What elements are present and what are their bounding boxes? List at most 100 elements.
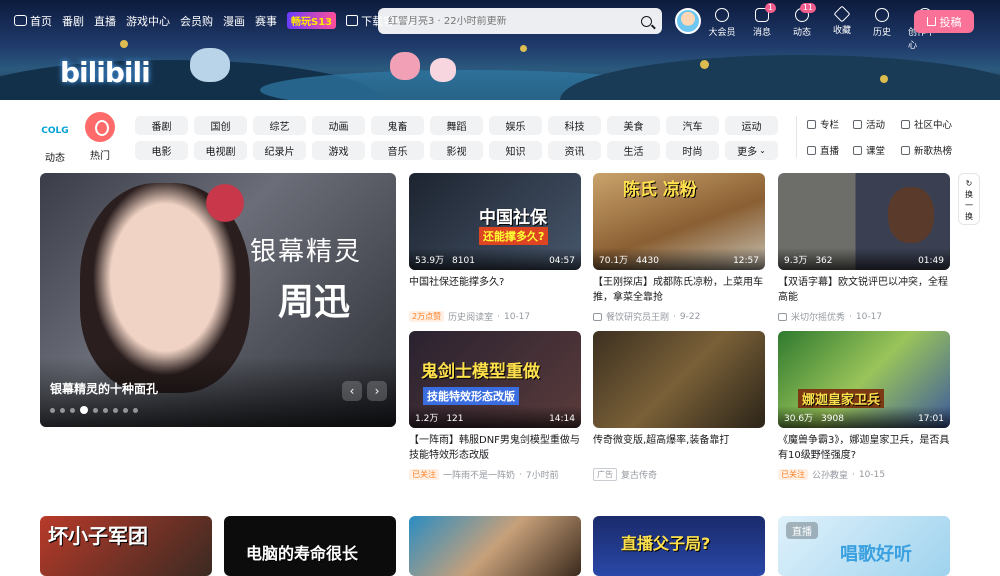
video-thumbnail[interactable]: 娜迦皇家卫兵 30.6万 3908 17:01: [778, 331, 950, 428]
refresh-button[interactable]: ↻ 换一换: [958, 173, 980, 225]
side-link-community[interactable]: 社区中心: [901, 116, 963, 132]
nav-favorites[interactable]: 收藏: [828, 5, 856, 51]
channel-chip[interactable]: 游戏: [312, 141, 365, 160]
ad-card[interactable]: 传奇微变版,超高爆率,装备靠打 广告 复古传奇: [593, 331, 765, 481]
live-card[interactable]: 直播 唱歌好听: [778, 516, 950, 576]
channel-chip[interactable]: 知识: [489, 141, 542, 160]
video-stats: 1.2万 121 14:14: [409, 406, 581, 428]
channel-side-links: 专栏 活动 社区中心 直播 课堂 新歌热榜: [796, 116, 963, 158]
carousel-flower: [190, 173, 260, 233]
channel-hot[interactable]: 热门: [84, 112, 116, 162]
video-card[interactable]: 陈氏 凉粉 70.1万 4430 12:57 【王刚探店】成都陈氏凉粉，上菜用车…: [593, 173, 765, 323]
video-author[interactable]: 一阵雨不是一阵奶: [443, 468, 515, 481]
channel-chip[interactable]: 运动: [725, 116, 778, 135]
channel-chip[interactable]: 娱乐: [489, 116, 542, 135]
carousel-prev-button[interactable]: ‹: [342, 381, 362, 401]
video-card[interactable]: 电脑的寿命很长: [224, 516, 396, 576]
video-thumbnail[interactable]: 中国社保 还能撑多久? 53.9万 8101 04:57: [409, 173, 581, 270]
carousel-dot[interactable]: [93, 407, 98, 413]
channel-chip[interactable]: 纪录片: [253, 141, 306, 160]
carousel-dot[interactable]: [70, 407, 75, 413]
nav-dynamic[interactable]: 11 动态: [788, 3, 816, 51]
channel-chip[interactable]: 电视剧: [194, 141, 247, 160]
avatar[interactable]: [675, 8, 701, 34]
channel-chip[interactable]: 国创: [194, 116, 247, 135]
banner-light: [520, 45, 527, 52]
video-title[interactable]: 中国社保还能撑多久?: [409, 275, 581, 305]
video-card[interactable]: 直播父子局?: [593, 516, 765, 576]
video-card[interactable]: 娜迦皇家卫兵 30.6万 3908 17:01 《魔兽争霸3》，娜迦皇家卫兵，是…: [778, 331, 950, 481]
ad-title[interactable]: 传奇微变版,超高爆率,装备靠打: [593, 433, 765, 463]
video-author[interactable]: 历史阅读室: [448, 310, 493, 323]
carousel-dot-active[interactable]: [80, 406, 88, 414]
video-card[interactable]: [409, 516, 581, 576]
channel-chip[interactable]: 番剧: [135, 116, 188, 135]
ad-thumbnail[interactable]: [593, 331, 765, 428]
danmaku-count: 121: [446, 414, 464, 424]
channel-dynamic[interactable]: COLG 动态: [40, 118, 70, 164]
ad-advertiser[interactable]: 复古传奇: [621, 468, 657, 481]
video-title[interactable]: 【一阵雨】韩服DNF男鬼剑模型重做与技能特效形态改版: [409, 433, 581, 463]
side-link-activity[interactable]: 活动: [853, 116, 901, 132]
video-card[interactable]: 坏小子军团: [40, 516, 212, 576]
carousel-next-button[interactable]: ›: [367, 381, 387, 401]
video-thumbnail[interactable]: 鬼剑士模型重做 技能特效形态改版 1.2万 121 14:14: [409, 331, 581, 428]
carousel-caption[interactable]: 银幕精灵的十种面孔: [50, 380, 158, 397]
nav-game-center[interactable]: 游戏中心: [126, 13, 170, 29]
video-title[interactable]: 【双语字幕】欧文锐评巴以冲突，全程高能: [778, 275, 950, 305]
channel-chip[interactable]: 音乐: [371, 141, 424, 160]
upload-button[interactable]: 投稿: [914, 10, 974, 33]
channel-chip[interactable]: 综艺: [253, 116, 306, 135]
video-card[interactable]: 中国社保 还能撑多久? 53.9万 8101 04:57 中国社保还能撑多久? …: [409, 173, 581, 323]
video-author[interactable]: 米切尔摇优秀: [791, 310, 845, 323]
side-link-music-chart[interactable]: 新歌热榜: [901, 142, 963, 158]
carousel-dot[interactable]: [60, 407, 65, 413]
video-card[interactable]: 鬼剑士模型重做 技能特效形态改版 1.2万 121 14:14 【一阵雨】韩服D…: [409, 331, 581, 481]
side-link-live[interactable]: 直播: [807, 142, 853, 158]
channel-chip[interactable]: 电影: [135, 141, 188, 160]
nav-ad-badge[interactable]: 畅玩S13: [287, 12, 337, 29]
video-thumbnail[interactable]: 9.3万 362 01:49: [778, 173, 950, 270]
video-author[interactable]: 公孙教皇: [812, 468, 848, 481]
video-card[interactable]: 9.3万 362 01:49 【双语字幕】欧文锐评巴以冲突，全程高能 米切尔摇优…: [778, 173, 950, 323]
channel-chip[interactable]: 汽车: [666, 116, 719, 135]
channel-chip[interactable]: 生活: [607, 141, 660, 160]
nav-mall[interactable]: 会员购: [180, 13, 213, 29]
channel-chip[interactable]: 科技: [548, 116, 601, 135]
nav-manga[interactable]: 漫画: [223, 13, 245, 29]
nav-messages[interactable]: 1 消息: [748, 3, 776, 51]
video-author[interactable]: 餐饮研究员王刚: [606, 310, 669, 323]
hero-carousel[interactable]: 银幕精灵 周迅 银幕精灵的十种面孔 ‹ ›: [40, 173, 396, 427]
search-input[interactable]: [388, 15, 641, 27]
nav-history[interactable]: 历史: [868, 8, 896, 51]
bilibili-logo[interactable]: bilibili: [60, 56, 151, 89]
video-thumbnail[interactable]: 陈氏 凉粉 70.1万 4430 12:57: [593, 173, 765, 270]
nav-live[interactable]: 直播: [94, 13, 116, 29]
channel-chip[interactable]: 动画: [312, 116, 365, 135]
nav-anime[interactable]: 番剧: [62, 13, 84, 29]
carousel-dot[interactable]: [133, 407, 138, 413]
banner-light: [700, 60, 709, 69]
carousel-dot[interactable]: [50, 407, 55, 413]
channel-chip[interactable]: 美食: [607, 116, 660, 135]
video-title[interactable]: 【王刚探店】成都陈氏凉粉，上菜用车推，拿菜全靠抢: [593, 275, 765, 305]
right-nav: 大会员 1 消息 11 动态 收藏 历史 创作中心: [708, 3, 942, 51]
carousel-dot[interactable]: [103, 407, 108, 413]
play-count: 1.2万: [415, 414, 439, 424]
video-title[interactable]: 《魔兽争霸3》，娜迦皇家卫兵，是否具有10级野怪强度?: [778, 433, 950, 463]
channel-chip[interactable]: 舞蹈: [430, 116, 483, 135]
carousel-dot[interactable]: [113, 407, 118, 413]
channel-chip[interactable]: 资讯: [548, 141, 601, 160]
side-link-column[interactable]: 专栏: [807, 116, 853, 132]
nav-vip[interactable]: 大会员: [708, 8, 736, 51]
side-link-class[interactable]: 课堂: [853, 142, 901, 158]
nav-home[interactable]: 首页: [14, 13, 52, 29]
video-stats: 9.3万 362 01:49: [778, 248, 950, 270]
channel-chip[interactable]: 时尚: [666, 141, 719, 160]
nav-esports[interactable]: 赛事: [255, 13, 277, 29]
carousel-dot[interactable]: [123, 407, 128, 413]
channel-more[interactable]: 更多 ⌄: [725, 141, 778, 160]
search-icon[interactable]: [641, 15, 652, 27]
channel-chip[interactable]: 影视: [430, 141, 483, 160]
channel-chip[interactable]: 鬼畜: [371, 116, 424, 135]
